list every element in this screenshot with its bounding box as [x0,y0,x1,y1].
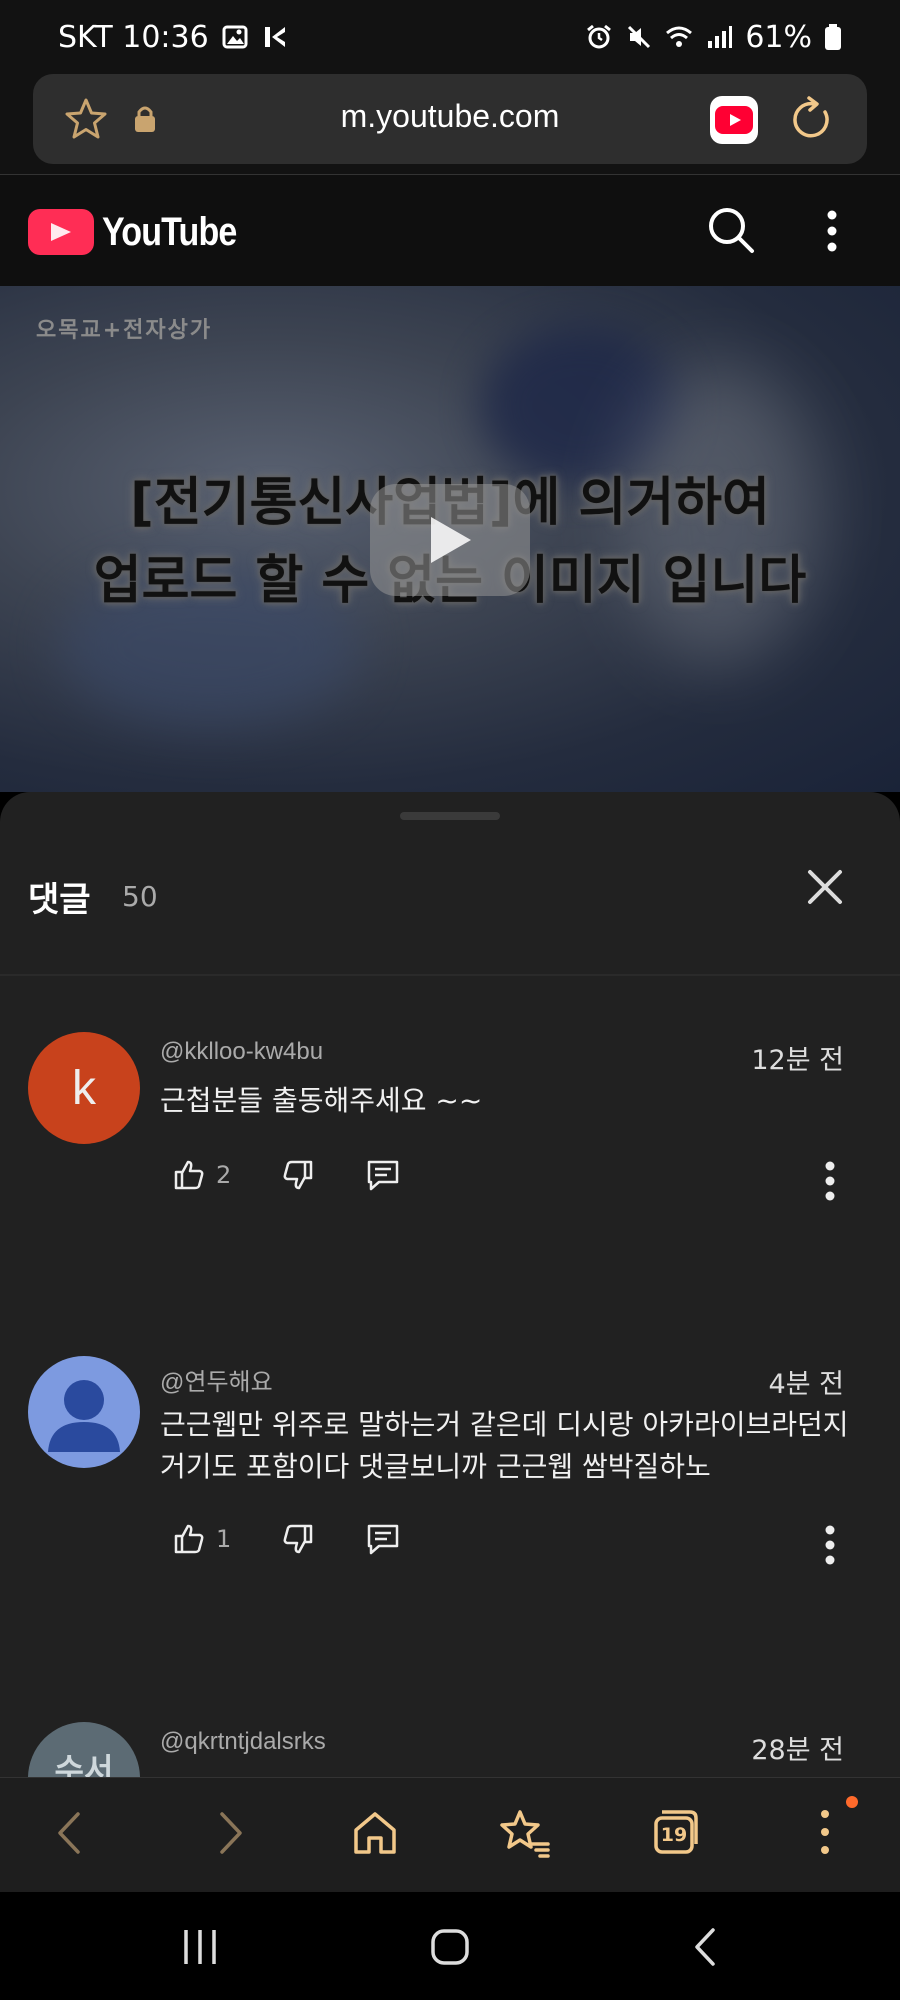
like-count: 2 [216,1161,232,1189]
browser-address-area: m.youtube.com [0,74,900,174]
tabs-count: 19 [660,1824,688,1846]
comment-author[interactable]: @연두해요 [160,1362,273,1397]
comments-title: 댓글 [28,880,91,920]
thumbs-up-icon [174,1160,204,1190]
like-count: 1 [216,1525,232,1553]
gallery-icon [222,25,248,49]
comments-panel: 댓글 50 k @kklloo-kw4bu 12분 전 근첩분들 출동해주세요 … [0,792,900,1777]
reply-icon [368,1160,399,1191]
divider [0,974,900,976]
avatar[interactable]: k [28,1032,140,1144]
thumbs-down-icon [283,1160,313,1190]
comment-text: 근첩분들 출동해주세요 ~~ [160,1084,483,1117]
like-button[interactable]: 1 [172,1522,231,1556]
comment-time: 4분 전 [768,1369,844,1400]
youtube-logo[interactable]: YouTube [28,209,260,255]
alarm-icon [587,24,612,49]
comment-text: 근근웹만 위주로 말하는거 같은데 디시랑 아카라이브라던지 거기도 포함이다 … [160,1408,849,1483]
comment-author[interactable]: @qkrtntjdalsrks [160,1728,326,1756]
video-player[interactable]: 오목교+전자상가 [전기통신사업법]에 의거하여 업로드 할 수 없는 이미지 … [0,286,900,792]
address-bar[interactable]: m.youtube.com [33,74,867,164]
avatar-letter: k [72,1061,96,1115]
avatar[interactable] [28,1356,140,1468]
avatar[interactable]: 수서 [28,1722,140,1777]
browser-toolbar: 19 [0,1777,900,1892]
comment-more-icon[interactable] [824,1160,836,1202]
forward-arrow-icon[interactable] [204,1808,254,1858]
comment-time: 28분 전 [751,1735,844,1766]
carrier-time: SKT 10:36 [58,19,209,55]
menu-icon[interactable] [818,1808,832,1856]
app-notification-icon [264,27,285,47]
notification-dot [846,1796,858,1808]
dislike-button[interactable] [281,1522,315,1556]
reply-icon [368,1524,399,1555]
home-icon[interactable] [350,1808,400,1858]
thumbs-up-icon [174,1524,204,1554]
reply-button[interactable] [365,1158,401,1192]
default-avatar-icon [48,1380,120,1452]
play-button[interactable] [370,484,530,596]
tabs-button[interactable]: 19 [652,1808,700,1856]
close-icon[interactable] [802,864,848,910]
mute-icon [628,25,651,49]
recent-apps-icon[interactable] [180,1928,220,1966]
home-nav-icon[interactable] [430,1928,470,1966]
youtube-app-icon [715,106,753,134]
like-button[interactable]: 2 [172,1158,231,1192]
comment-time: 12분 전 [751,1045,844,1076]
video-overlay-tag: 오목교+전자상가 [36,318,213,343]
drag-handle[interactable] [400,812,500,820]
play-icon [431,517,471,563]
reply-button[interactable] [365,1522,401,1556]
comment-actions: 1 [172,1522,451,1556]
open-in-app-button[interactable] [710,96,758,144]
back-arrow-icon[interactable] [46,1808,96,1858]
system-nav-bar [0,1892,900,2000]
comments-count: 50 [122,880,158,913]
youtube-header: YouTube [0,174,900,286]
dislike-button[interactable] [281,1158,315,1192]
battery-percent: 61% [745,19,812,55]
wifi-icon [666,26,693,47]
more-options-icon[interactable] [826,209,838,253]
thumbs-down-icon [283,1524,313,1554]
search-icon[interactable] [706,205,756,255]
avatar-letter: 수서 [54,1751,114,1777]
comment-actions: 2 [172,1158,451,1192]
youtube-logo-text: YouTube [102,209,237,254]
reload-icon[interactable] [787,94,837,144]
comment-more-icon[interactable] [824,1524,836,1566]
comment-author[interactable]: @kklloo-kw4bu [160,1038,323,1066]
back-nav-icon[interactable] [685,1928,725,1966]
battery-icon [825,24,841,50]
youtube-logo-icon [28,209,94,255]
signal-icon [708,26,733,48]
status-bar: SKT 10:36 61% [0,0,900,74]
bookmarks-icon[interactable] [498,1808,552,1858]
